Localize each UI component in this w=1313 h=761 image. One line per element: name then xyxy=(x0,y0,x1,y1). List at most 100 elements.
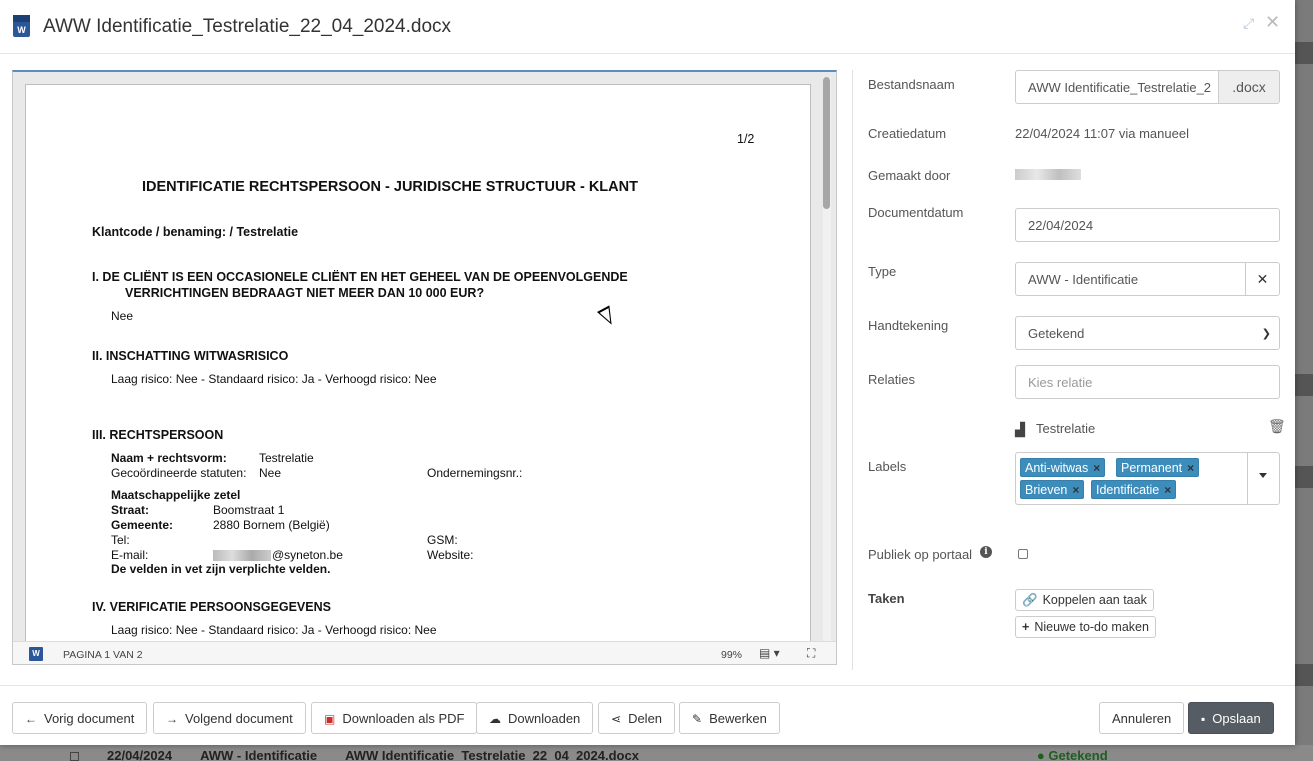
required-note: De velden in vet zijn verplichte velden. xyxy=(111,562,331,576)
document-modal: W AWW Identificatie_Testrelatie_22_04_20… xyxy=(0,0,1295,745)
arrow-left-icon: ← xyxy=(25,712,37,726)
dropdown-separator xyxy=(1247,453,1248,504)
gemeente-label: Gemeente: xyxy=(111,518,174,532)
bestandsnaam-input[interactable]: AWW Identificatie_Testrelatie_2 xyxy=(1015,70,1219,104)
background-strip xyxy=(1295,42,1313,64)
redacted-email xyxy=(213,550,271,562)
opslaan-button[interactable]: ▪ Opslaan xyxy=(1188,702,1274,734)
arrow-right-icon: → xyxy=(166,712,178,726)
fit-screen-icon[interactable]: ⛶ xyxy=(807,646,815,661)
trash-icon[interactable]: 🗑 xyxy=(1268,418,1286,435)
word-icon: W xyxy=(13,15,30,37)
statuten-label: Gecoördineerde statuten: xyxy=(111,466,247,480)
section4-text: Laag risico: Nee - Standaard risico: Ja … xyxy=(111,623,437,637)
label-tag: Permanent × xyxy=(1116,458,1200,477)
caret-down-icon[interactable] xyxy=(1259,473,1267,478)
type-select[interactable]: AWW - Identificatie xyxy=(1015,262,1246,296)
naam-value: Testrelatie xyxy=(259,451,314,465)
background-row-date: 22/04/2024 xyxy=(107,748,173,761)
document-heading: IDENTIFICATIE RECHTSPERSOON - JURIDISCHE… xyxy=(142,179,638,195)
gsm-label: GSM: xyxy=(427,533,458,547)
background-row-checkbox xyxy=(70,752,79,761)
section2-text: Laag risico: Nee - Standaard risico: Ja … xyxy=(111,372,437,386)
share-icon: ⋖ xyxy=(611,712,622,726)
background-strip xyxy=(1295,466,1313,488)
gemaakt-door-label: Gemaakt door xyxy=(868,168,951,183)
remove-tag-icon[interactable]: × xyxy=(1187,461,1194,475)
chevron-down-icon: ❯ xyxy=(1261,328,1271,340)
background-row-status: ● Getekend xyxy=(1036,748,1108,761)
background-table-row: 22/04/2024 AWW - Identificatie AWW Identif… xyxy=(70,748,1164,761)
email-value: @syneton.be xyxy=(213,548,343,562)
clear-type-icon[interactable]: ✕ xyxy=(1245,262,1280,296)
gemeente-value: 2880 Bornem (België) xyxy=(213,518,330,532)
ondernemingsnr-label: Ondernemingsnr.: xyxy=(427,466,523,480)
relaties-label: Relaties xyxy=(868,372,915,387)
document-page: 1/2 IDENTIFICATIE RECHTSPERSOON - JURIDI… xyxy=(25,84,811,654)
remove-tag-icon[interactable]: × xyxy=(1164,483,1171,497)
handtekening-select[interactable]: Getekend ❯ xyxy=(1015,316,1280,350)
scrollbar-thumb[interactable] xyxy=(823,77,830,209)
cloud-download-icon: ☁ xyxy=(489,712,501,726)
documentdatum-label: Documentdatum xyxy=(868,205,964,220)
vorig-document-button[interactable]: ← Vorig document xyxy=(12,702,148,734)
plus-icon: + xyxy=(1022,620,1030,634)
close-icon[interactable]: ✕ xyxy=(1265,12,1280,33)
label-tag: Brieven × xyxy=(1020,480,1085,499)
info-icon[interactable]: i xyxy=(980,546,992,558)
viewer-statusbar: W PAGINA 1 VAN 2 99% ▤ ▾ ⛶ xyxy=(13,641,836,664)
document-viewer[interactable]: 1/2 IDENTIFICATIE RECHTSPERSOON - JURIDI… xyxy=(12,70,837,665)
straat-label: Straat: xyxy=(111,503,150,517)
modal-header: W AWW Identificatie_Testrelatie_22_04_20… xyxy=(0,0,1295,54)
download-pdf-button[interactable]: ▣ Downloaden als PDF xyxy=(311,702,478,734)
bewerken-button[interactable]: ✎ Bewerken xyxy=(679,702,780,734)
background-strip xyxy=(1295,664,1313,686)
annuleren-button[interactable]: Annuleren xyxy=(1099,702,1185,734)
section1-title-cont: VERRICHTINGEN BEDRAAGT NIET MEER DAN 10 … xyxy=(125,286,485,300)
documentdatum-input[interactable]: 22/04/2024 xyxy=(1015,208,1280,242)
bestandsnaam-label: Bestandsnaam xyxy=(868,77,955,92)
modal-title: AWW Identificatie_Testrelatie_22_04_2024… xyxy=(43,16,452,37)
labels-label: Labels xyxy=(868,459,907,474)
nieuwe-todo-button[interactable]: + Nieuwe to-do maken xyxy=(1015,616,1156,638)
pencil-icon: ✎ xyxy=(692,712,703,726)
relation-name[interactable]: Testrelatie xyxy=(1036,421,1095,436)
delen-button[interactable]: ⋖ Delen xyxy=(598,702,676,734)
viewer-scrollbar[interactable] xyxy=(823,77,831,643)
zetel-title: Maatschappelijke zetel xyxy=(111,488,241,502)
extension-addon: .docx xyxy=(1218,70,1280,104)
background-row-type: AWW - Identificatie xyxy=(200,748,318,761)
creatiedatum-value: 22/04/2024 11:07 via manueel xyxy=(1015,126,1189,141)
label-tag: Identificatie × xyxy=(1091,480,1177,499)
expand-icon[interactable]: ⤢ xyxy=(1243,15,1254,32)
section1-title: I. DE CLIËNT IS EEN OCCASIONELE CLIËNT E… xyxy=(92,270,628,284)
labels-multiselect[interactable]: Anti-witwas × Permanent × Brieven × Identif… xyxy=(1015,452,1280,505)
publiek-checkbox[interactable] xyxy=(1018,549,1028,559)
link-icon: 🔗 xyxy=(1022,593,1038,607)
section4-title: IV. VERIFICATIE PERSOONSGEGEVENS xyxy=(92,600,331,614)
koppelen-aan-taak-button[interactable]: 🔗 Koppelen aan taak xyxy=(1015,589,1154,611)
remove-tag-icon[interactable]: × xyxy=(1093,461,1100,475)
relaties-input[interactable]: Kies relatie xyxy=(1015,365,1280,399)
download-button[interactable]: ☁ Downloaden xyxy=(476,702,594,734)
page-indicator: 1/2 xyxy=(737,132,755,146)
factory-icon: ▟ xyxy=(1015,422,1025,437)
section1-answer: Nee xyxy=(111,309,134,323)
zoom-level[interactable]: 99% xyxy=(721,649,742,661)
creatiedatum-label: Creatiedatum xyxy=(868,126,947,141)
tel-label: Tel: xyxy=(111,533,130,547)
straat-value: Boomstraat 1 xyxy=(213,503,285,517)
klantcode-line: Klantcode / benaming: / Testrelatie xyxy=(92,225,299,239)
publiek-label: Publiek op portaal xyxy=(868,547,973,562)
panel-divider xyxy=(852,70,853,670)
type-label: Type xyxy=(868,264,897,279)
page-count: PAGINA 1 VAN 2 xyxy=(63,649,143,661)
volgend-document-button[interactable]: → Volgend document xyxy=(153,702,306,734)
section3-title: III. RECHTSPERSOON xyxy=(92,428,224,442)
page-view-icon[interactable]: ▤ ▾ xyxy=(759,646,780,660)
remove-tag-icon[interactable]: × xyxy=(1072,483,1079,497)
taken-label: Taken xyxy=(868,591,905,606)
background-row-filename: AWW Identificatie_Testrelatie_22_04_2024… xyxy=(345,748,639,761)
pdf-icon: ▣ xyxy=(324,712,336,726)
save-icon: ▪ xyxy=(1201,712,1206,726)
